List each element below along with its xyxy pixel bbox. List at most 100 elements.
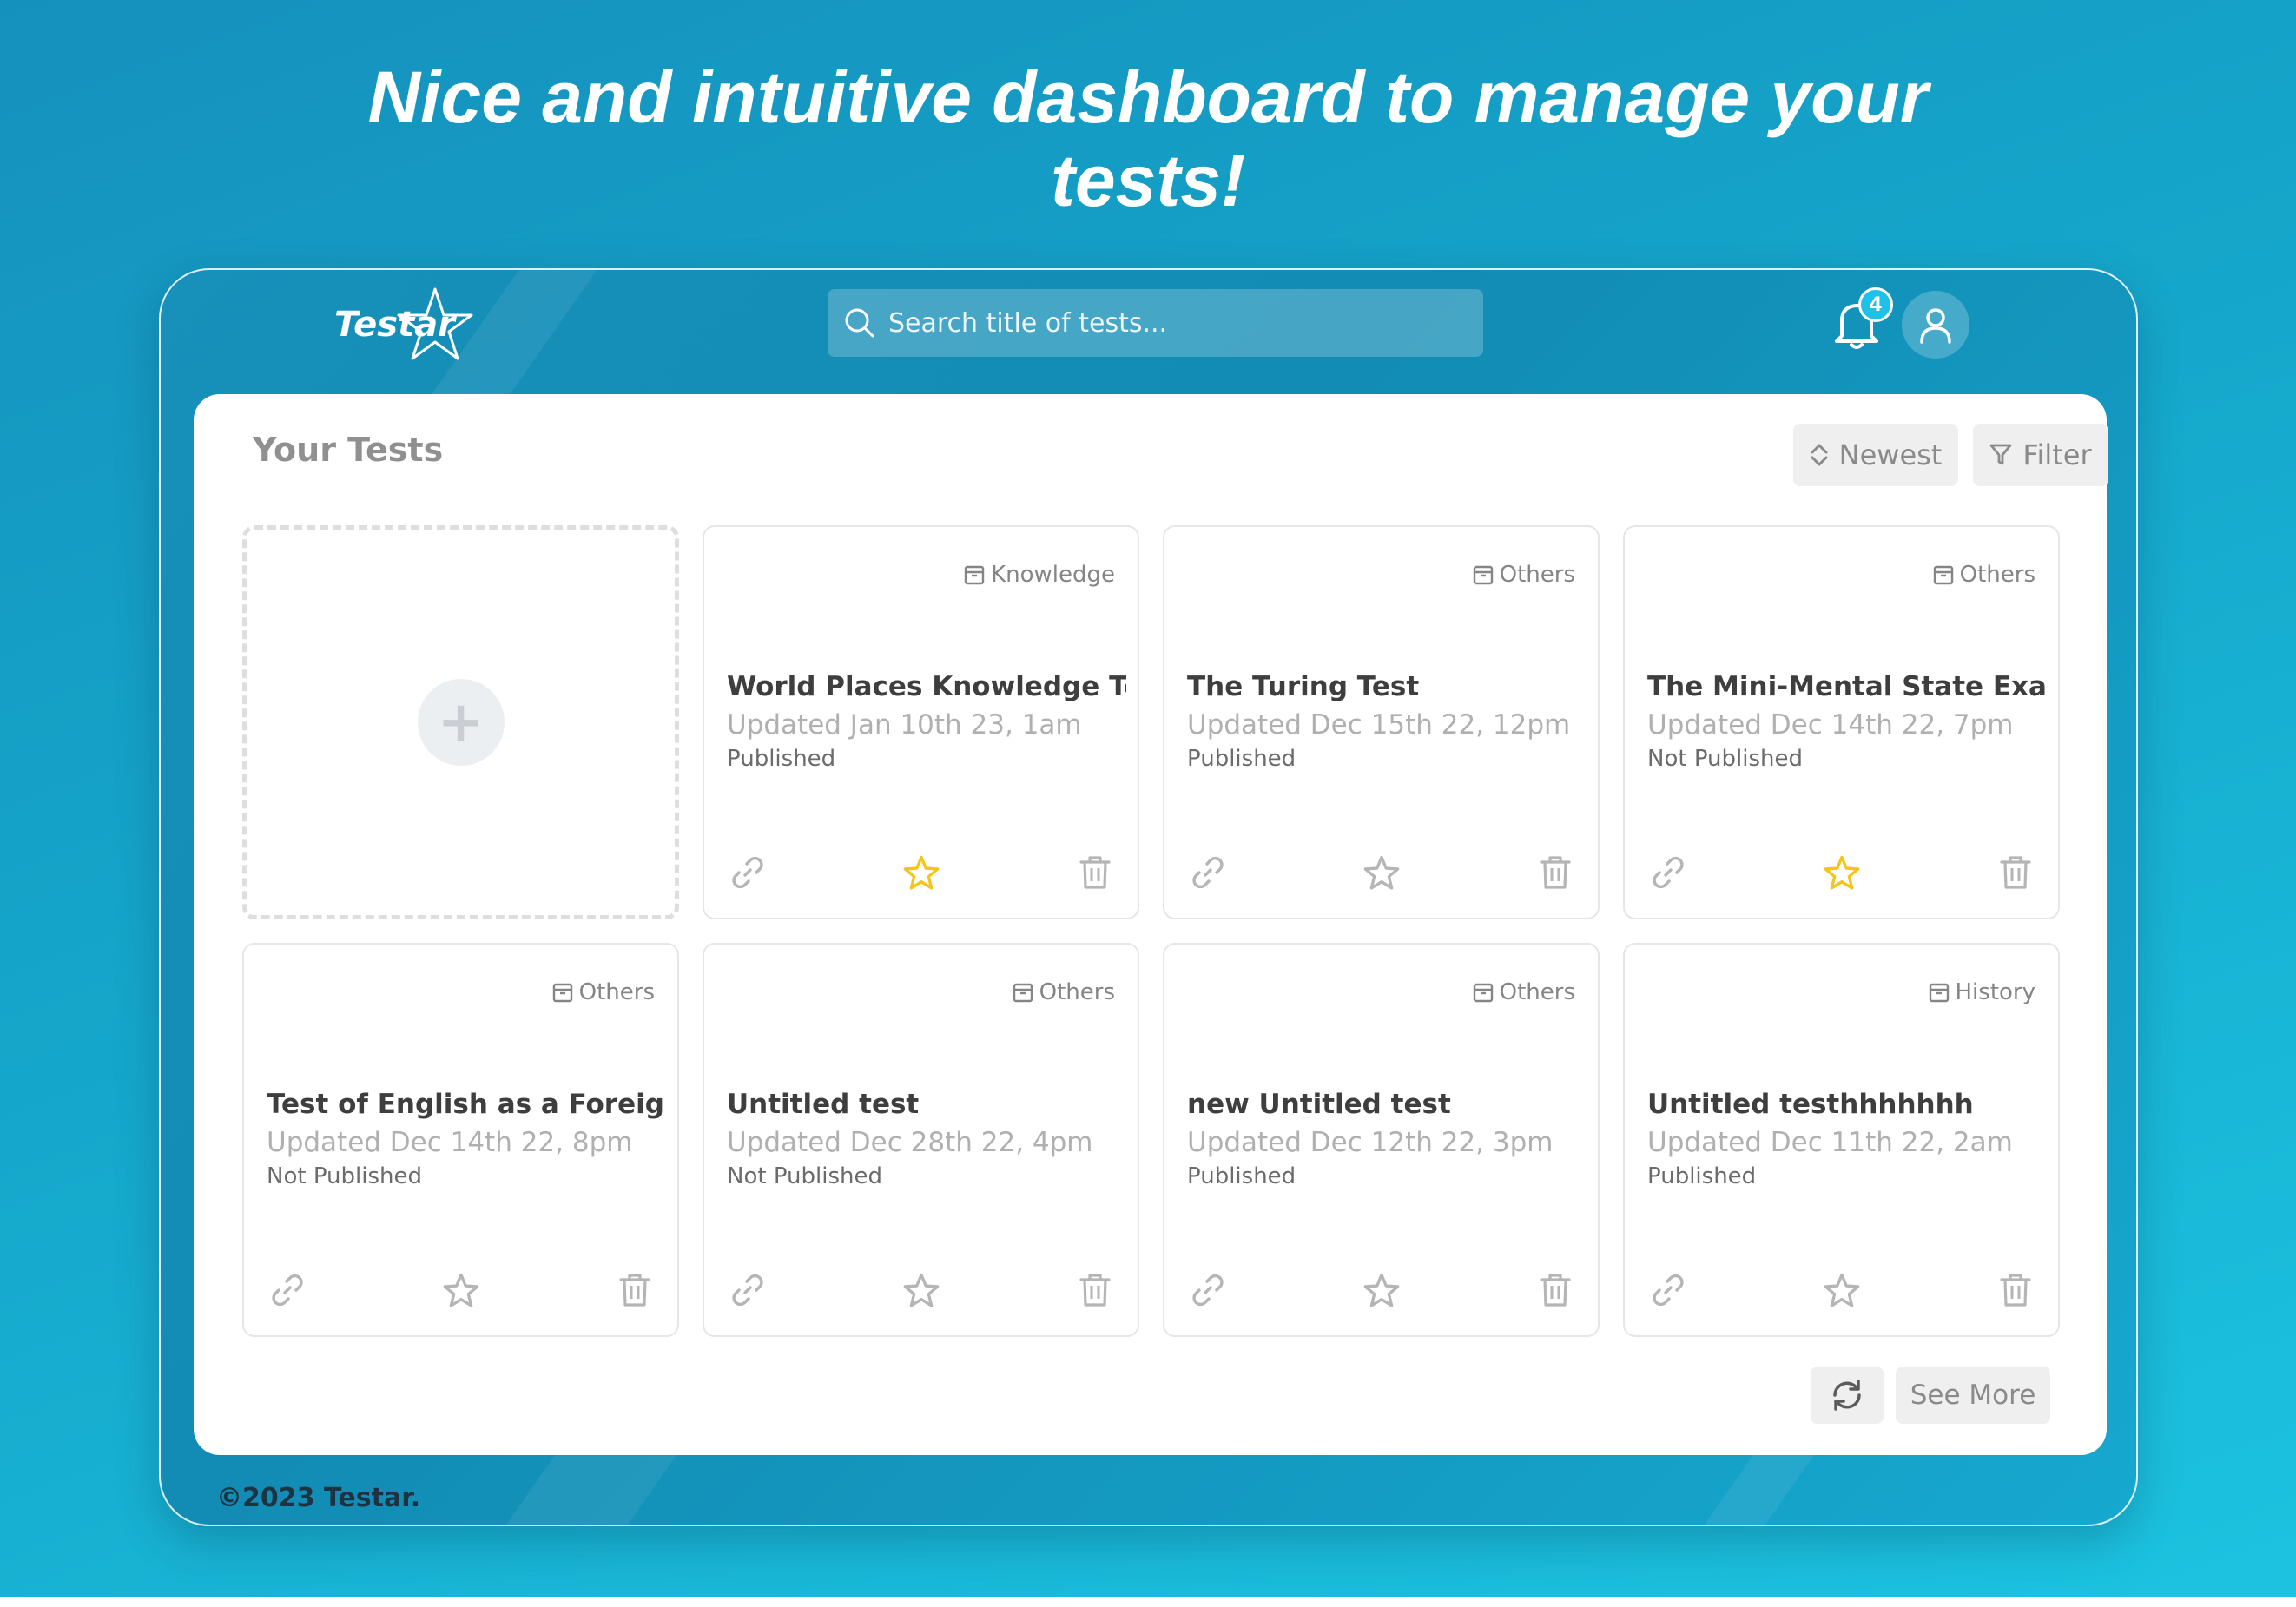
link-icon	[1653, 856, 1684, 889]
link-icon	[732, 856, 763, 889]
test-updated: Updated Dec 14th 22, 8pm	[267, 1127, 633, 1158]
test-title[interactable]: World Places Knowledge Test	[727, 671, 1126, 702]
copy-link-button[interactable]	[1646, 1268, 1691, 1313]
see-more-button[interactable]: See More	[1896, 1367, 2050, 1424]
favorite-button[interactable]	[899, 1268, 944, 1313]
test-card[interactable]: History Untitled testhhhhhhh Updated Dec 1…	[1623, 943, 2060, 1337]
archive-icon	[1473, 565, 1493, 585]
refresh-button[interactable]	[1811, 1367, 1884, 1424]
test-card[interactable]: Others Test of English as a Foreign ... Up…	[242, 943, 679, 1337]
delete-button[interactable]	[1533, 1268, 1578, 1313]
test-title[interactable]: The Turing Test	[1187, 671, 1587, 702]
archive-icon	[1929, 983, 1949, 1003]
link-icon	[1192, 1274, 1224, 1307]
copy-link-button[interactable]	[265, 1268, 310, 1313]
delete-button[interactable]	[612, 1268, 657, 1313]
category-tag: Knowledge	[963, 562, 1115, 588]
test-updated: Updated Dec 15th 22, 12pm	[1187, 709, 1571, 741]
test-status: Not Published	[727, 1163, 882, 1189]
user-icon	[1920, 308, 1951, 344]
copy-link-button[interactable]	[1185, 850, 1230, 895]
delete-button[interactable]	[1072, 850, 1118, 895]
star-icon	[1824, 855, 1860, 890]
category-label: Others	[1499, 562, 1575, 588]
sort-icon	[1811, 444, 1828, 466]
link-icon	[1192, 856, 1224, 889]
trash-icon	[619, 1274, 650, 1307]
category-tag: Others	[1472, 562, 1575, 588]
trash-icon	[2000, 1274, 2031, 1307]
filter-label: Filter	[2022, 438, 2092, 471]
test-updated: Updated Dec 11th 22, 2am	[1647, 1127, 2013, 1158]
archive-icon	[964, 565, 985, 585]
favorite-button[interactable]	[439, 1268, 484, 1313]
headline: Nice and intuitive dashboard to manage y…	[367, 56, 1929, 221]
test-status: Not Published	[1647, 746, 1803, 772]
test-status: Published	[727, 746, 836, 772]
test-card[interactable]: Knowledge World Places Knowledge Test Upda…	[703, 525, 1139, 919]
trash-icon	[1540, 856, 1571, 889]
category-tag: Others	[551, 979, 655, 1005]
test-updated: Updated Dec 14th 22, 7pm	[1647, 709, 2014, 741]
search-input[interactable]	[888, 297, 1461, 349]
copy-link-button[interactable]	[1646, 850, 1691, 895]
test-title[interactable]: new Untitled test	[1187, 1089, 1587, 1120]
sort-label: Newest	[1838, 438, 1943, 471]
notification-badge: 4	[1858, 287, 1893, 322]
archive-icon	[1013, 983, 1033, 1003]
test-updated: Updated Dec 28th 22, 4pm	[727, 1127, 1093, 1158]
star-icon	[1363, 855, 1400, 890]
filter-button[interactable]: Filter	[1973, 424, 2108, 486]
test-title[interactable]: Untitled testhhhhhhh	[1647, 1089, 2047, 1120]
test-card[interactable]: Others new Untitled test Updated Dec 12th …	[1163, 943, 1600, 1337]
test-status: Not Published	[267, 1163, 422, 1189]
copy-link-button[interactable]	[725, 850, 770, 895]
link-icon	[1653, 1274, 1684, 1307]
plus-icon: +	[417, 679, 505, 766]
tests-panel: Your Tests Newest Filter + Knowledge Worl…	[194, 394, 2108, 1455]
category-tag: Others	[1012, 979, 1115, 1005]
archive-icon	[552, 983, 572, 1003]
add-test-card[interactable]: +	[242, 525, 679, 919]
category-label: Others	[1499, 979, 1575, 1005]
delete-button[interactable]	[1072, 1268, 1118, 1313]
bottom-strip	[0, 1597, 2296, 1607]
user-avatar-button[interactable]	[1902, 291, 1969, 359]
favorite-button[interactable]	[899, 850, 944, 895]
category-tag: Others	[1932, 562, 2035, 588]
test-title[interactable]: Test of English as a Foreign ...	[267, 1089, 666, 1120]
star-icon	[1824, 1273, 1860, 1307]
favorite-button[interactable]	[1359, 1268, 1404, 1313]
search-bar[interactable]	[828, 289, 1483, 357]
panel-title: Your Tests	[253, 431, 444, 469]
delete-button[interactable]	[1533, 850, 1578, 895]
delete-button[interactable]	[1993, 850, 2038, 895]
test-status: Published	[1187, 746, 1296, 772]
favorite-button[interactable]	[1819, 1268, 1864, 1313]
category-label: Others	[578, 979, 655, 1005]
archive-icon	[1933, 565, 1953, 585]
test-title[interactable]: Untitled test	[727, 1089, 1126, 1120]
category-tag: Others	[1472, 979, 1575, 1005]
favorite-button[interactable]	[1819, 850, 1864, 895]
category-tag: History	[1928, 979, 2035, 1005]
star-icon	[903, 1273, 940, 1307]
test-card[interactable]: Others The Turing Test Updated Dec 15th 22…	[1163, 525, 1600, 919]
archive-icon	[1473, 983, 1493, 1003]
delete-button[interactable]	[1993, 1268, 2038, 1313]
star-icon	[903, 855, 940, 890]
sort-newest-button[interactable]: Newest	[1793, 424, 1958, 486]
test-card[interactable]: Others Untitled test Updated Dec 28th 22, …	[703, 943, 1139, 1337]
copy-link-button[interactable]	[725, 1268, 770, 1313]
favorite-button[interactable]	[1359, 850, 1404, 895]
link-icon	[732, 1274, 763, 1307]
trash-icon	[1540, 1274, 1571, 1307]
logo[interactable]: Testar	[334, 286, 517, 364]
copy-link-button[interactable]	[1185, 1268, 1230, 1313]
category-label: Others	[1959, 562, 2035, 588]
star-logo-icon	[397, 287, 473, 360]
category-label: Others	[1039, 979, 1115, 1005]
test-title[interactable]: The Mini-Mental State Exami...	[1647, 671, 2047, 702]
trash-icon	[1079, 1274, 1111, 1307]
test-card[interactable]: Others The Mini-Mental State Exami... Upda…	[1623, 525, 2060, 919]
